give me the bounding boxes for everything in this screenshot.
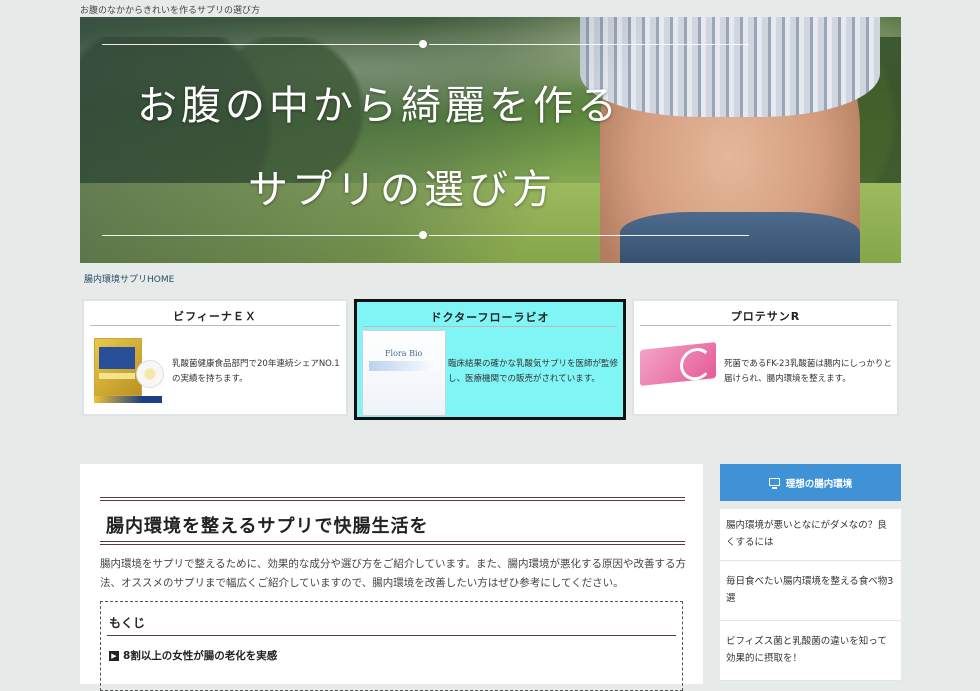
product-stick-image [94,396,162,403]
breadcrumb-home-link[interactable]: 腸内環境サプリHOME [84,272,174,285]
product-title-rule [640,325,891,326]
play-arrow-icon: ▶ [109,650,119,661]
hero-bottom-rule-right [429,235,749,236]
title-rule-bottom-2 [100,544,685,545]
hero-banner: お腹の中から綺麗を作る サプリの選び方 [80,17,901,263]
site-tagline: お腹のなかからきれいを作るサプリの選び方 [80,6,261,16]
hero-top-rule-left [102,44,420,45]
sidebar: 理想の腸内環境 腸内環境が悪いとなにがダメなの？良くするには 毎日食べたい腸内環… [720,464,901,681]
hero-headline: お腹の中から綺麗を作る [137,83,621,129]
hero-top-dot [419,40,427,48]
sidebar-item[interactable]: ビフィズス菌と乳酸菌の違いを知って効果的に摂取を！ [720,621,901,681]
product-title-rule [363,326,617,327]
product-card-doctor-flora-bio[interactable]: ドクターフローラビオ Flora Bio 臨床結果の確かな乳酸気サプリを医師が監… [354,299,626,420]
table-of-contents: もくじ ▶ 8割以上の女性が腸の老化を実感 [100,601,683,691]
sidebar-heading-label: 理想の腸内環境 [785,478,853,490]
product-box-label: Flora Bio [385,349,423,358]
sidebar-item[interactable]: 腸内環境が悪いとなにがダメなの？良くするには [720,509,901,561]
toc-rule [107,635,676,636]
product-card-bifina[interactable]: ビフィーナＥＸ 乳酸菌健康食品部門で20年連続シェアNO.1の実績を持ちます。 [82,299,348,416]
monitor-icon [768,477,780,489]
page-title: 腸内環境を整えるサプリで快腸生活を [106,516,429,537]
sidebar-heading: 理想の腸内環境 [720,464,901,501]
product-description: 乳酸菌健康食品部門で20年連続シェアNO.1の実績を持ちます。 [172,359,340,384]
product-title: プロテサンR [730,310,801,323]
main-content: 腸内環境を整えるサプリで快腸生活を 腸内環境をサプリで整えるために、効果的な成分… [80,464,703,691]
product-description: 死菌であるFK-23乳酸菌は腸内にしっかりと届けられ、腸内環境を整えます。 [724,359,892,384]
toc-item[interactable]: ▶ 8割以上の女性が腸の老化を実感 [109,648,277,663]
sidebar-item[interactable]: 毎日食べたい腸内環境を整える食べ物3選 [720,561,901,621]
title-rule-bottom-1 [100,541,685,542]
product-description: 臨床結果の確かな乳酸気サプリを医師が監修し、医療機関での販売がされています。 [448,359,619,384]
intro-paragraph: 腸内環境をサプリで整えるために、効果的な成分や選び方をご紹介しています。また、腸… [100,558,687,589]
product-box-image [94,338,142,396]
toc-item-label: 8割以上の女性が腸の老化を実感 [123,650,278,662]
product-cards: ビフィーナＥＸ 乳酸菌健康食品部門で20年連続シェアNO.1の実績を持ちます。 … [80,299,901,420]
hero-bottom-rule-left [102,235,420,236]
product-box-image: Flora Bio [362,330,446,416]
product-title: ビフィーナＥＸ [173,310,257,323]
product-dish-image [136,360,164,388]
hero-top-rule-right [429,44,749,45]
title-rule-top-2 [100,500,685,501]
title-rule-top-1 [100,497,685,498]
product-title-rule [90,325,340,326]
hero-bottom-dot [419,231,427,239]
hero-subheadline: サプリの選び方 [248,167,556,213]
product-card-protesan-r[interactable]: プロテサンR 死菌であるFK-23乳酸菌は腸内にしっかりと届けられ、腸内環境を整… [632,299,899,416]
hero-overlay [80,17,901,263]
product-box-image [640,342,716,386]
toc-title: もくじ [109,616,146,630]
product-title: ドクターフローラビオ [430,311,550,324]
